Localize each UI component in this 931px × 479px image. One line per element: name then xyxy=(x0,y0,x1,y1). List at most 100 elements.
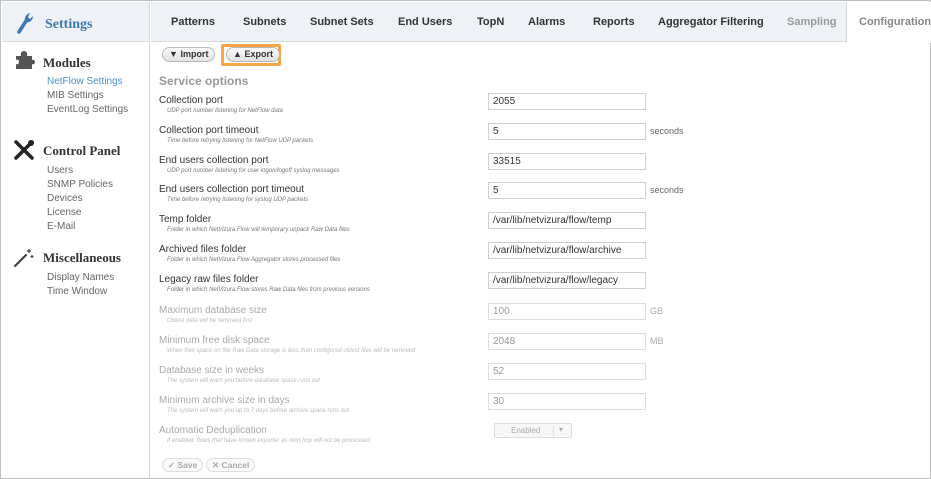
field-description: When free space on the Raw Data storage … xyxy=(167,348,416,354)
field-description: If enabled, flows that have known export… xyxy=(167,438,370,444)
sidebar-item-devices[interactable]: Devices xyxy=(47,193,83,204)
maximum-database-size-input[interactable]: 100 xyxy=(488,303,646,320)
main-content: ▼ Import ▲ Export Service options Collec… xyxy=(151,43,931,479)
section-title-modules: Modules xyxy=(43,55,91,70)
select-divider xyxy=(553,426,554,436)
sidebar-item-netflow-settings[interactable]: NetFlow Settings xyxy=(47,76,123,87)
unit-label: GB xyxy=(650,306,664,316)
tab-subnets[interactable]: Subnets xyxy=(243,16,286,28)
field-label: Collection port timeout xyxy=(159,125,259,136)
collection-port-timeout-input[interactable]: 5 xyxy=(488,123,646,140)
tab-aggregator-filtering[interactable]: Aggregator Filtering xyxy=(658,16,764,28)
field-label: Automatic Deduplication xyxy=(159,425,267,436)
field-description: The system will warn you up to 7 days be… xyxy=(167,408,350,414)
end-users-collection-port-input[interactable]: 33515 xyxy=(488,153,646,170)
tab-alarms[interactable]: Alarms xyxy=(528,16,565,28)
wrench-icon xyxy=(17,13,33,34)
field-legacy-raw-files-folder: Legacy raw files folder Folder in which … xyxy=(151,272,931,302)
top-navigation: Patterns Subnets Subnet Sets End Users T… xyxy=(151,2,931,43)
sidebar: Settings Modules NetFlow Settings MIB Se… xyxy=(2,2,150,478)
archived-files-folder-input[interactable]: /var/lib/netvizura/flow/archive xyxy=(488,242,646,259)
sidebar-item-eventlog-settings[interactable]: EventLog Settings xyxy=(47,104,128,115)
sidebar-title: Settings xyxy=(45,17,93,32)
field-description: The system will warn you before database… xyxy=(167,378,321,384)
unit-label: seconds xyxy=(650,126,684,136)
field-description: Folder in which NetVizura.Flow will temp… xyxy=(167,227,350,233)
sidebar-item-license[interactable]: License xyxy=(47,207,81,218)
field-minimum-free-disk-space: Minimum free disk space When free space … xyxy=(151,333,931,363)
import-button[interactable]: ▼ Import xyxy=(162,47,216,62)
temp-folder-input[interactable]: /var/lib/netvizura/flow/temp xyxy=(488,212,646,229)
export-button-label: Export xyxy=(244,49,273,59)
field-label: End users collection port timeout xyxy=(159,184,305,195)
field-description: Folder in which NetVizura.Flow Aggregato… xyxy=(167,257,341,263)
chevron-down-icon: ▾ xyxy=(559,425,564,434)
field-automatic-deduplication: Automatic Deduplication If enabled, flow… xyxy=(151,423,931,453)
field-collection-port: Collection port UDP port number listenin… xyxy=(151,93,931,123)
tab-configuration-label: Configuration xyxy=(859,16,931,28)
sidebar-item-users[interactable]: Users xyxy=(47,165,73,176)
deduplication-select-value: Enabled xyxy=(511,426,541,435)
sidebar-item-time-window[interactable]: Time Window xyxy=(47,286,107,297)
tools-icon xyxy=(14,140,34,160)
triangle-up-icon: ▲ xyxy=(233,49,242,59)
minimum-free-disk-space-input[interactable]: 2048 xyxy=(488,333,646,350)
field-label: Minimum archive size in days xyxy=(159,395,290,406)
wand-icon xyxy=(13,249,34,268)
tab-subnet-sets[interactable]: Subnet Sets xyxy=(310,16,374,28)
save-button[interactable]: ✓ Save xyxy=(162,458,204,472)
close-icon: ✕ xyxy=(212,460,220,470)
check-icon: ✓ xyxy=(168,460,176,470)
sidebar-item-snmp-policies[interactable]: SNMP Policies xyxy=(47,179,113,190)
legacy-raw-files-folder-input[interactable]: /var/lib/netvizura/flow/legacy xyxy=(488,272,646,289)
tab-reports[interactable]: Reports xyxy=(593,16,635,28)
field-label: Archived files folder xyxy=(159,244,247,255)
cancel-button[interactable]: ✕ Cancel xyxy=(206,458,256,472)
export-button[interactable]: ▲ Export xyxy=(226,47,280,62)
field-label: Maximum database size xyxy=(159,305,267,316)
field-description: Folder in which NetVizura.Flow stores Ra… xyxy=(167,287,370,293)
field-description: Time before retrying listening for syslo… xyxy=(167,197,309,203)
field-collection-port-timeout: Collection port timeout Time before retr… xyxy=(151,123,931,153)
field-archived-files-folder: Archived files folder Folder in which Ne… xyxy=(151,242,931,272)
database-size-in-weeks-input[interactable]: 52 xyxy=(488,363,646,380)
sidebar-item-email[interactable]: E-Mail xyxy=(47,221,75,232)
field-description: UDP port number listening for user logon… xyxy=(167,168,340,174)
field-temp-folder: Temp folder Folder in which NetVizura.Fl… xyxy=(151,212,931,242)
section-title-miscellaneous: Miscellaneous xyxy=(43,250,121,265)
tab-patterns[interactable]: Patterns xyxy=(171,16,215,28)
import-button-label: Import xyxy=(180,49,209,59)
sidebar-header: Settings xyxy=(2,2,149,42)
tab-end-users[interactable]: End Users xyxy=(398,16,452,28)
app-window: Settings Modules NetFlow Settings MIB Se… xyxy=(0,0,931,479)
field-label: Collection port xyxy=(159,95,223,106)
field-end-users-port-timeout: End users collection port timeout Time b… xyxy=(151,182,931,212)
section-title-service-options: Service options xyxy=(159,74,249,88)
field-maximum-database-size: Maximum database size Oldest data will b… xyxy=(151,303,931,333)
triangle-down-icon: ▼ xyxy=(169,49,178,59)
end-users-port-timeout-input[interactable]: 5 xyxy=(488,182,646,199)
tab-configuration[interactable]: Configuration xyxy=(846,2,931,43)
deduplication-select[interactable]: Enabled ▾ xyxy=(494,423,572,438)
cancel-button-label: Cancel xyxy=(221,460,250,470)
field-description: Oldest data will be removed first xyxy=(167,318,253,324)
save-button-label: Save xyxy=(177,460,198,470)
section-title-control-panel: Control Panel xyxy=(43,143,121,158)
unit-label: seconds xyxy=(650,185,684,195)
field-minimum-archive-size: Minimum archive size in days The system … xyxy=(151,393,931,423)
field-label: Database size in weeks xyxy=(159,365,265,376)
field-label: Temp folder xyxy=(159,214,212,225)
field-label: Minimum free disk space xyxy=(159,335,270,346)
field-description: UDP port number listening for NetFlow da… xyxy=(167,108,283,114)
field-label: End users collection port xyxy=(159,155,269,166)
sidebar-item-display-names[interactable]: Display Names xyxy=(47,272,114,283)
tab-sampling[interactable]: Sampling xyxy=(787,16,837,28)
field-label: Legacy raw files folder xyxy=(159,274,259,285)
field-database-size-in-weeks: Database size in weeks The system will w… xyxy=(151,363,931,393)
tab-topn[interactable]: TopN xyxy=(477,16,504,28)
sidebar-item-mib-settings[interactable]: MIB Settings xyxy=(47,90,104,101)
collection-port-input[interactable]: 2055 xyxy=(488,93,646,110)
minimum-archive-size-input[interactable]: 30 xyxy=(488,393,646,410)
puzzle-icon xyxy=(16,51,35,69)
unit-label: MB xyxy=(650,336,664,346)
